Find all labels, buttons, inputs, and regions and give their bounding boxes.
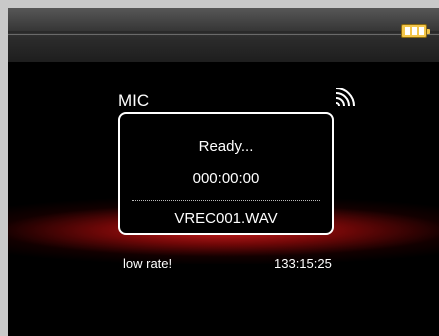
rate-warning: low rate!: [123, 256, 173, 271]
file-name: VREC001.WAV: [174, 210, 278, 227]
status-bar: [8, 8, 439, 62]
panel-divider: [132, 200, 320, 201]
source-label: MIC: [118, 91, 150, 110]
record-panel: Ready... 000:00:00 VREC001.WAV: [118, 112, 334, 235]
remaining-time: 133:15:25: [274, 256, 332, 271]
record-status: Ready...: [198, 138, 254, 155]
status-bar-highlight: [8, 34, 439, 35]
signal-waves-icon: [335, 88, 355, 107]
recorder-screen: MIC Ready... 000:00:00 VREC001.WAV low r…: [8, 8, 439, 336]
battery-full-icon: [401, 24, 430, 38]
status-bar-divider: [8, 31, 439, 33]
elapsed-time: 000:00:00: [192, 170, 260, 187]
